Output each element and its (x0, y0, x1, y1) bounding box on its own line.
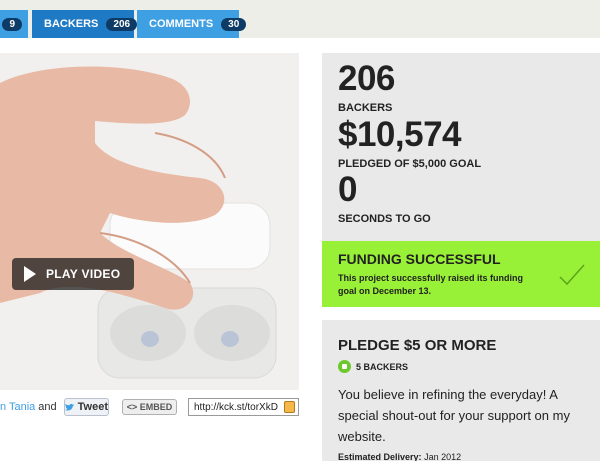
backers-count: 206 (338, 59, 395, 98)
checkmark-icon (559, 264, 585, 286)
backers-label: BACKERS (338, 102, 393, 114)
reward-backers-count: 5 BACKERS (356, 361, 409, 372)
twitter-bird-icon (65, 403, 75, 411)
short-url-text: http://kck.st/torXkD (194, 401, 278, 413)
tab-backers-count: 206 (106, 17, 138, 31)
funding-title: FUNDING SUCCESSFUL (338, 251, 501, 267)
funding-description: This project successfully raised its fun… (338, 273, 524, 296)
delivery-label: Estimated Delivery: (338, 452, 422, 461)
reward-tier[interactable]: PLEDGE $5 OR MORE 5 BACKERS You believe … (322, 320, 600, 461)
tab-backers[interactable]: BACKERS 206 (32, 10, 138, 38)
tab-backers-label: BACKERS (44, 18, 99, 30)
tweet-button[interactable]: Tweet (64, 398, 109, 416)
copy-icon[interactable] (284, 401, 295, 413)
reward-description: You believe in refining the everyday! A … (338, 387, 570, 444)
embed-label: <> EMBED (126, 402, 173, 412)
project-stats-panel: 206 BACKERS $10,574 PLEDGED OF $5,000 GO… (322, 53, 600, 241)
project-tabs-bar: 9 BACKERS 206 COMMENTS 30 (0, 0, 600, 38)
backers-badge-icon (338, 360, 351, 373)
creator-and-text: and (38, 401, 57, 413)
tab-comments-label: COMMENTS (149, 18, 214, 30)
creator-link[interactable]: n Tania (0, 401, 35, 413)
project-video[interactable]: PLAY VIDEO (0, 53, 299, 390)
funding-successful-banner: FUNDING SUCCESSFUL This project successf… (322, 241, 600, 307)
tab-updates-count: 9 (2, 17, 22, 31)
reward-backers: 5 BACKERS (338, 360, 408, 373)
tab-comments-count: 30 (221, 17, 247, 31)
seconds-value: 0 (338, 170, 357, 209)
tab-comments[interactable]: COMMENTS 30 (137, 10, 247, 38)
pledged-label: PLEDGED OF $5,000 GOAL (338, 158, 482, 170)
video-frame-image (0, 53, 299, 390)
reward-delivery: Estimated Delivery: Jan 2012 (338, 452, 461, 461)
embed-button[interactable]: <> EMBED (122, 399, 177, 415)
delivery-value: Jan 2012 (424, 452, 462, 461)
play-video-label: PLAY VIDEO (46, 267, 121, 281)
tab-updates[interactable]: 9 (0, 10, 28, 38)
reward-title: PLEDGE $5 OR MORE (338, 337, 497, 354)
short-url-field[interactable]: http://kck.st/torXkD (188, 398, 299, 416)
seconds-label: SECONDS TO GO (338, 213, 431, 225)
play-video-button[interactable]: PLAY VIDEO (12, 258, 134, 290)
tweet-label: Tweet (77, 401, 108, 413)
creator-credit: n Tania and (0, 398, 57, 416)
play-icon (24, 266, 36, 282)
pledged-amount: $10,574 (338, 115, 462, 154)
